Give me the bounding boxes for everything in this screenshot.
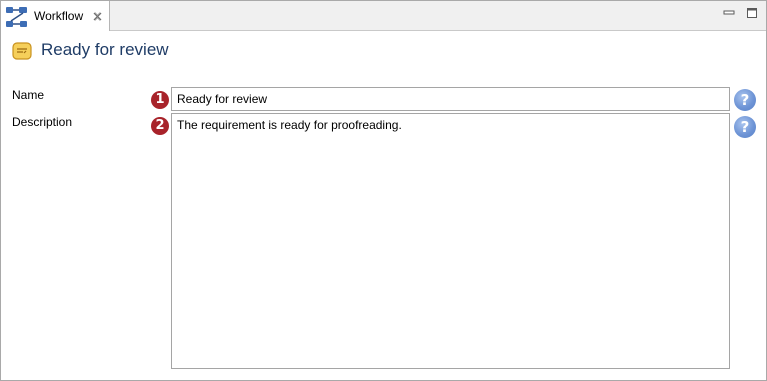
- page-title: Ready for review: [41, 40, 169, 59]
- minimize-icon[interactable]: [723, 7, 735, 19]
- status-state-icon: [12, 42, 32, 60]
- name-label: Name: [12, 88, 45, 102]
- workflow-icon: [6, 7, 27, 27]
- tab-bar: Workflow: [1, 1, 766, 31]
- tab-workflow[interactable]: Workflow: [1, 1, 110, 31]
- description-field[interactable]: The requirement is ready for proofreadin…: [171, 113, 730, 369]
- name-help-icon[interactable]: ?: [734, 89, 756, 111]
- tab-label: Workflow: [34, 9, 84, 23]
- maximize-icon[interactable]: [746, 7, 758, 19]
- name-badge: 1: [151, 91, 169, 109]
- description-badge: 2: [151, 117, 169, 135]
- name-field[interactable]: [171, 87, 730, 111]
- editor-frame: Workflow Ready for review Name 1 ? Descr…: [0, 0, 767, 381]
- description-help-icon[interactable]: ?: [734, 116, 756, 138]
- close-icon[interactable]: [92, 11, 103, 22]
- description-label: Description: [12, 115, 73, 129]
